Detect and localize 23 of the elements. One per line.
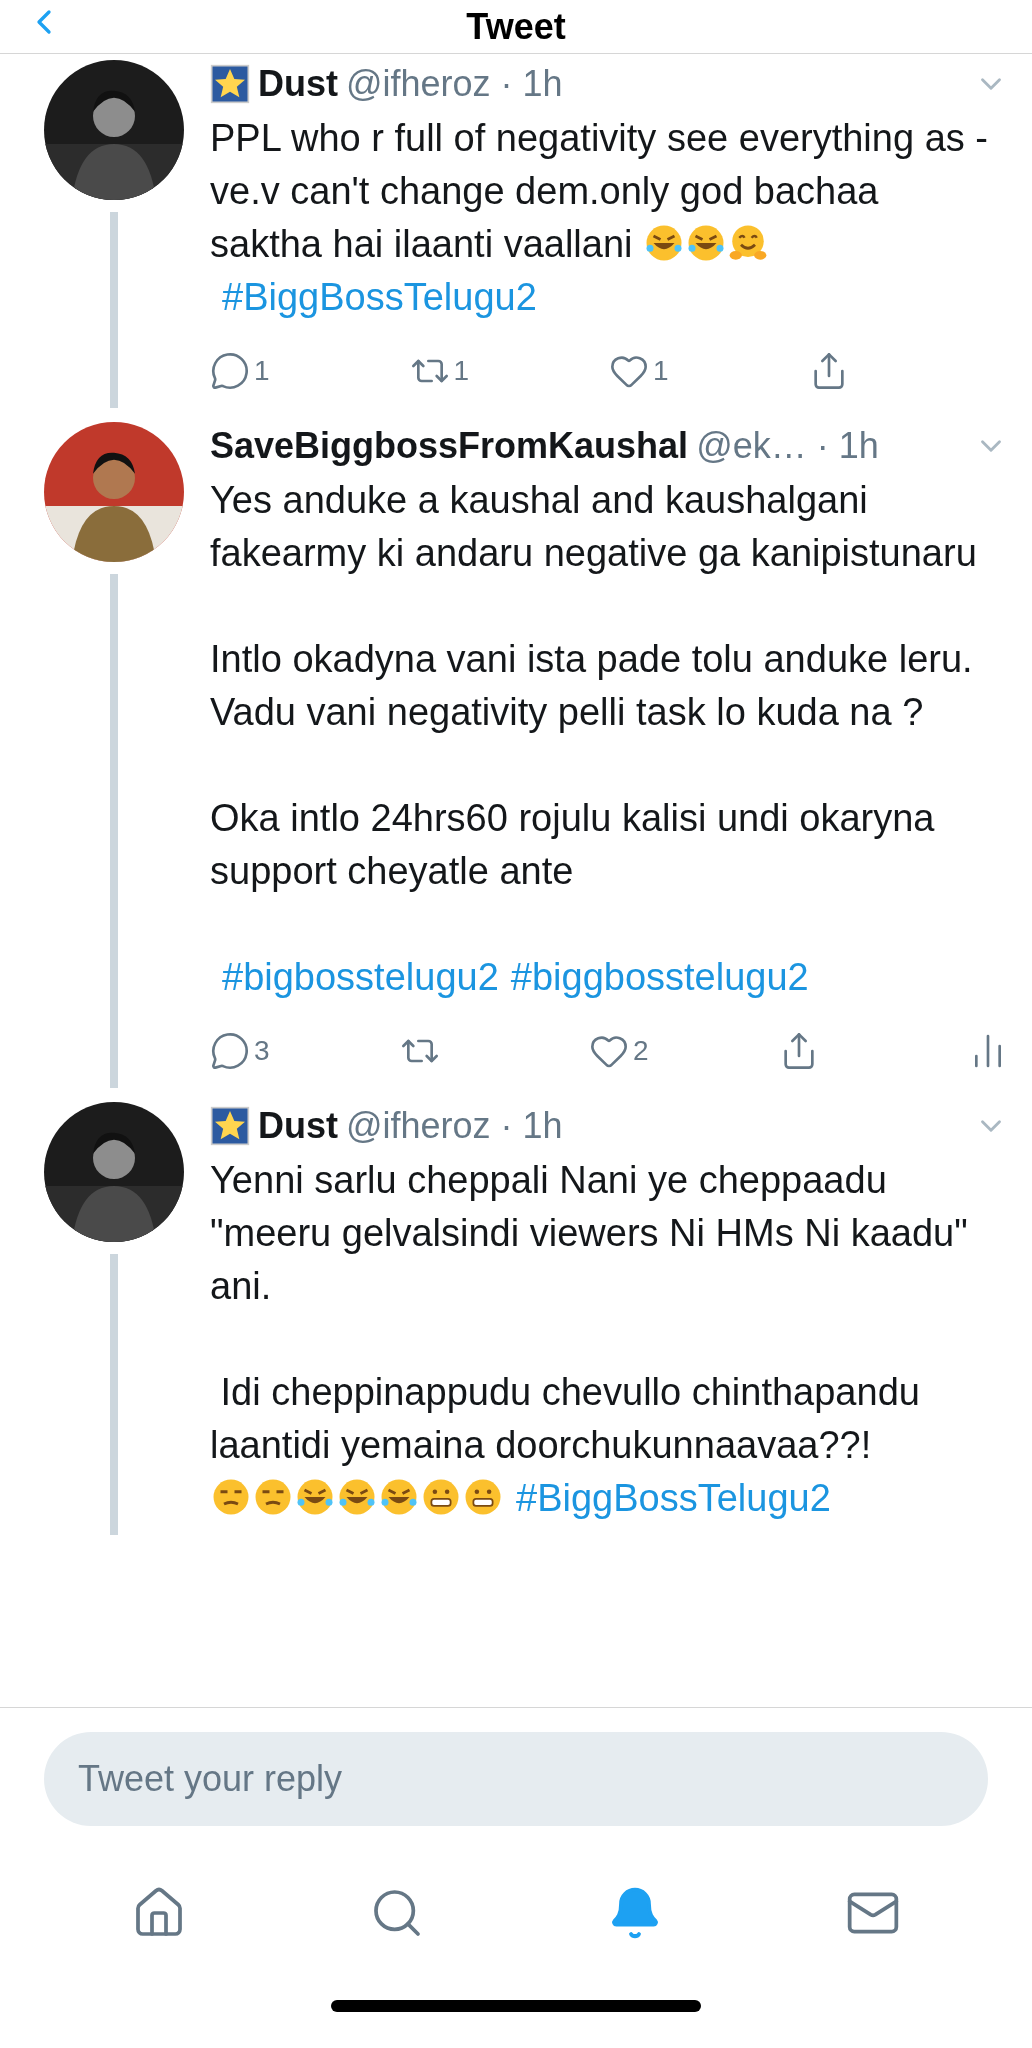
tweet-text: Yes anduke a kaushal and kaushalgani fakearmy ki andaru negative ga kanipistunaru [210,478,978,576]
tweet-text: PPL who r full of negativity see everything as -ve.v can't change dem.only god bachaa saktha hai ilaanti vaallani #BiggBossTelugu2 [210,116,989,320]
action-count: 1 [254,354,270,388]
action-count: 1 [653,354,669,388]
tweet-text: Yenni sarlu cheppali Nani ye cheppaadu "meeru gelvalsindi viewers Ni HMs Ni kaadu" ani. [210,1158,969,1309]
hashtag-link[interactable]: #bigbosstelugu2 [222,951,499,1004]
hashtag-link[interactable]: #BiggBossTelugu2 [222,276,537,318]
user-name[interactable]: Dust [258,57,338,111]
user-handle-time: @ifheroz · 1h [346,62,564,106]
tweet-text: Oka intlo 24hrs60 rojulu kalisi undi okaryna support cheyatle ante [210,796,936,894]
tweet-text: Intlo okadyna vani ista pade tolu anduke leru. Vadu vani negativity pelli task lo kuda na ? [210,637,974,735]
user-handle-time: @ifheroz · 1h [346,1104,564,1148]
user-name[interactable]: Dust [258,1099,338,1153]
reply-field[interactable]: Tweet your reply [44,1732,988,1826]
user-handle-time: @ek… · 1h [696,424,880,468]
action-count: 2 [633,1034,649,1068]
hashtag-link[interactable]: #BiggBossTelugu2 [516,1477,831,1519]
tweet-text: Idi cheppinappudu chevullo chinthapandu laantidi yemaina doorchukunnaavaa??! #BiggBossTelugu2 [210,1370,921,1521]
page-title: Tweet [466,4,566,49]
action-count: 3 [254,1034,270,1068]
user-name[interactable]: SaveBiggbossFromKaushal [210,419,689,473]
action-count: 1 [453,354,470,388]
hashtag-link[interactable]: #biggbosstelugu2 [510,951,809,1004]
